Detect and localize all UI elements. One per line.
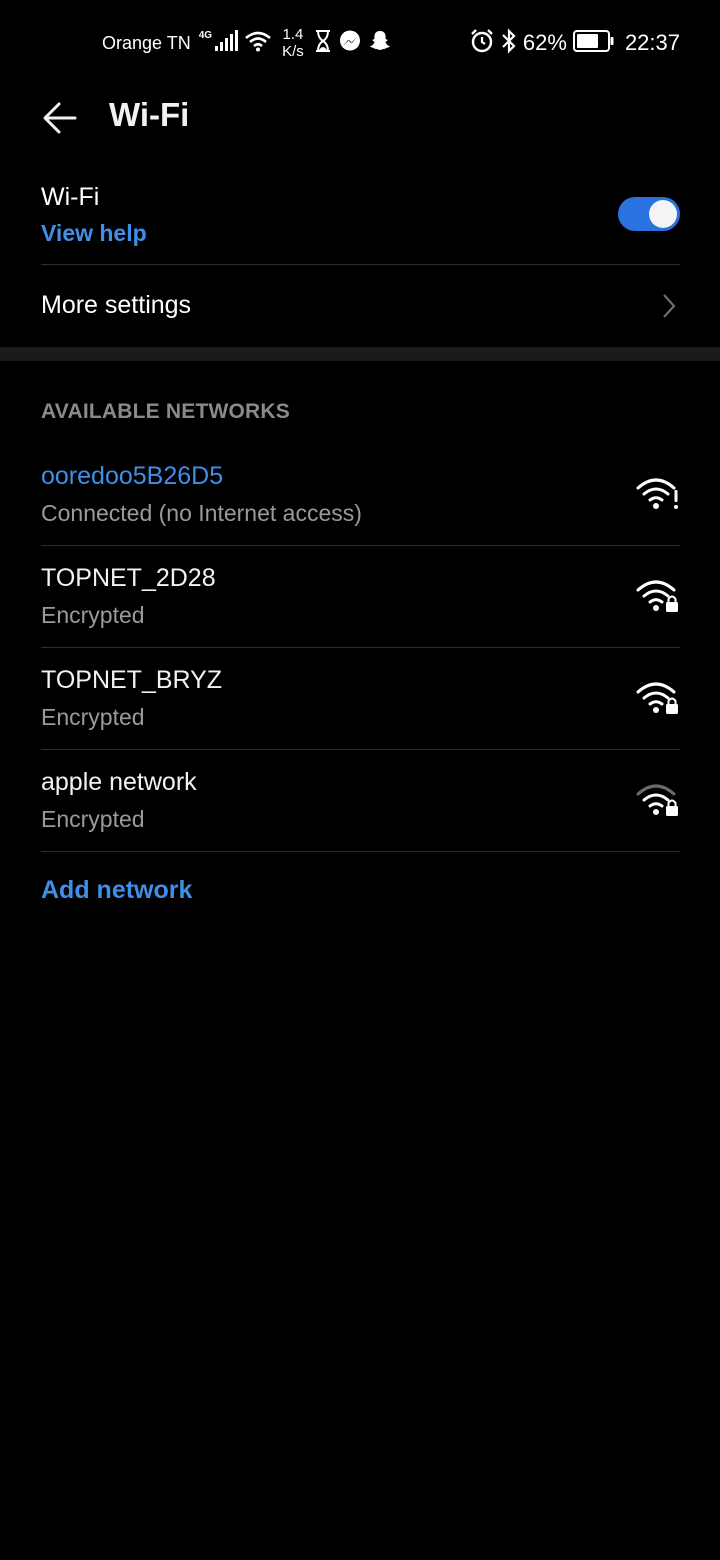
signal-icon — [214, 29, 239, 57]
section-separator — [0, 347, 720, 361]
view-help-link[interactable]: View help — [41, 220, 147, 247]
back-arrow-icon — [43, 102, 77, 134]
network-status: Connected (no Internet access) — [41, 500, 362, 526]
wifi-warning-icon — [636, 478, 678, 509]
network-type: 4G — [198, 29, 213, 41]
alarm-icon — [469, 28, 495, 59]
network-speed: 1.4 K/s — [282, 26, 304, 60]
wifi-lock-icon — [636, 580, 678, 612]
bluetooth-icon — [501, 27, 517, 59]
status-bar: Orange TN 4G 1.4 K/s 62% 22:37 — [0, 0, 720, 84]
hourglass-icon — [314, 29, 332, 57]
more-settings-label: More settings — [41, 291, 192, 319]
wifi-toggle-label: Wi-Fi — [41, 183, 100, 211]
page-title: Wi-Fi — [109, 96, 190, 133]
network-list: ooredoo5B26D5 Connected (no Internet acc… — [41, 444, 680, 852]
network-status: Encrypted — [41, 602, 145, 628]
network-item[interactable]: apple network Encrypted — [41, 750, 680, 852]
wifi-toggle-row: Wi-Fi View help — [41, 170, 680, 264]
network-item[interactable]: TOPNET_2D28 Encrypted — [41, 546, 680, 648]
carrier-name: Orange TN — [102, 32, 191, 53]
wifi-lock-weak-icon — [636, 784, 678, 816]
wifi-icon — [244, 30, 272, 57]
network-name: ooredoo5B26D5 — [41, 462, 224, 490]
network-name: TOPNET_BRYZ — [41, 666, 223, 694]
messenger-icon — [338, 29, 362, 58]
back-button[interactable] — [40, 98, 82, 138]
wifi-toggle-switch[interactable] — [618, 197, 680, 231]
network-status: Encrypted — [41, 704, 145, 730]
status-bar-right: 62% 22:37 — [469, 24, 680, 62]
status-bar-left: Orange TN 4G 1.4 K/s — [102, 24, 392, 62]
network-item[interactable]: ooredoo5B26D5 Connected (no Internet acc… — [41, 444, 680, 546]
title-bar: Wi-Fi — [0, 84, 720, 154]
speed-unit: K/s — [282, 43, 304, 60]
network-status: Encrypted — [41, 806, 145, 832]
wifi-lock-icon — [636, 682, 678, 714]
add-network-button[interactable]: Add network — [41, 876, 192, 905]
more-settings-row[interactable]: More settings — [41, 265, 680, 347]
network-name: apple network — [41, 768, 197, 796]
chevron-right-icon — [663, 294, 676, 318]
battery-percent: 62% — [522, 30, 567, 55]
snapchat-icon — [368, 29, 392, 58]
wifi-settings-screen: Orange TN 4G 1.4 K/s 62% 22:37 Wi-Fi Wi-… — [0, 0, 720, 1560]
toggle-knob — [649, 200, 677, 228]
network-name: TOPNET_2D28 — [41, 564, 216, 592]
battery-icon — [572, 29, 615, 57]
speed-value: 1.4 — [282, 26, 304, 43]
clock: 22:37 — [624, 30, 680, 55]
available-networks-header: AVAILABLE NETWORKS — [41, 400, 290, 423]
network-item[interactable]: TOPNET_BRYZ Encrypted — [41, 648, 680, 750]
